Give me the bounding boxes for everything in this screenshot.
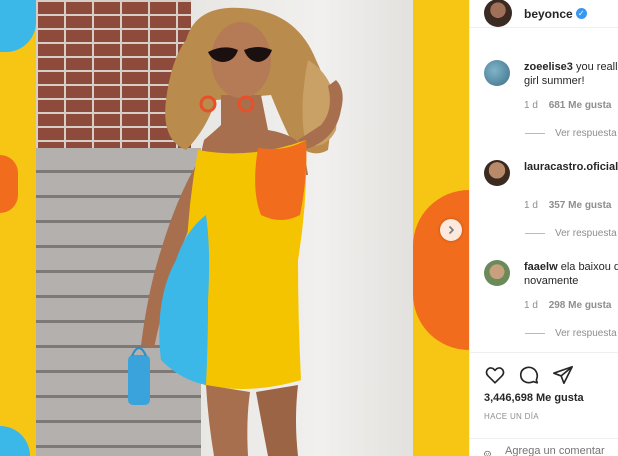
comment-username[interactable]: zoeelise3 bbox=[524, 61, 573, 73]
comment-text: lauracastro.oficial bbox=[524, 154, 618, 174]
woman-in-dress-figure bbox=[128, 7, 343, 456]
avatar[interactable] bbox=[484, 0, 512, 27]
comment-likes[interactable]: 298 Me gusta bbox=[549, 300, 612, 311]
comment-meta: 1 d 298 Me gusta bbox=[524, 300, 618, 311]
chevron-right-icon bbox=[448, 225, 455, 235]
post-media bbox=[0, 0, 469, 456]
avatar[interactable] bbox=[484, 160, 510, 186]
comment-body: ela baixou d bbox=[560, 261, 618, 273]
heart-icon[interactable] bbox=[484, 364, 506, 386]
post-username[interactable]: beyonce bbox=[524, 7, 573, 21]
post-timestamp[interactable]: HACE UN DÍA bbox=[484, 412, 605, 421]
view-replies-button[interactable]: Ver respuesta bbox=[524, 128, 618, 139]
view-replies-button[interactable]: Ver respuesta bbox=[524, 328, 618, 339]
divider bbox=[525, 233, 545, 234]
list-item: lauracastro.oficial 1 d 357 Me gusta Ver… bbox=[470, 154, 618, 254]
post-header: beyonce ✓ bbox=[470, 0, 618, 28]
view-replies-label: Ver respuesta bbox=[555, 228, 617, 239]
divider bbox=[525, 133, 545, 134]
comment-likes[interactable]: 681 Me gusta bbox=[549, 100, 612, 111]
comment-input[interactable] bbox=[505, 445, 605, 456]
previous-image-edge bbox=[0, 0, 36, 456]
post-side-panel: beyonce ✓ zoeelise3 you reall girl summe… bbox=[469, 0, 618, 456]
next-image-button[interactable] bbox=[440, 219, 462, 241]
add-comment-bar bbox=[470, 438, 618, 456]
comment-body-line2: novamente bbox=[524, 275, 579, 287]
list-item: zoeelise3 you reall girl summer! 1 d 681… bbox=[470, 54, 618, 154]
emoji-icon[interactable] bbox=[484, 445, 491, 456]
view-replies-label: Ver respuesta bbox=[555, 328, 617, 339]
view-replies-label: Ver respuesta bbox=[555, 128, 617, 139]
comment-body: you reall bbox=[575, 61, 618, 73]
comment-age: 1 d bbox=[524, 300, 538, 311]
list-item: faaelw ela baixou d novamente 1 d 298 Me… bbox=[470, 254, 618, 350]
comment-text: faaelw ela baixou d novamente bbox=[524, 254, 618, 288]
comment-meta: 1 d 357 Me gusta bbox=[524, 200, 618, 211]
view-replies-button[interactable]: Ver respuesta bbox=[524, 228, 618, 239]
comment-list[interactable]: zoeelise3 you reall girl summer! 1 d 681… bbox=[470, 54, 618, 350]
post-likes-count[interactable]: 3,446,698 Me gusta bbox=[484, 392, 605, 404]
comment-body-line2: girl summer! bbox=[524, 75, 585, 87]
paper-plane-icon[interactable] bbox=[552, 364, 574, 386]
divider bbox=[525, 333, 545, 334]
comment-username[interactable]: lauracastro.oficial bbox=[524, 161, 618, 173]
post-photo bbox=[36, 0, 413, 456]
avatar[interactable] bbox=[484, 60, 510, 86]
comment-bubble-icon[interactable] bbox=[518, 364, 540, 386]
comment-age: 1 d bbox=[524, 100, 538, 111]
post-actions: 3,446,698 Me gusta HACE UN DÍA bbox=[470, 352, 618, 421]
action-icons bbox=[484, 363, 605, 387]
comment-text: zoeelise3 you reall girl summer! bbox=[524, 54, 618, 88]
comment-meta: 1 d 681 Me gusta bbox=[524, 100, 618, 111]
comment-age: 1 d bbox=[524, 200, 538, 211]
comment-username[interactable]: faaelw bbox=[524, 261, 558, 273]
verified-badge-icon: ✓ bbox=[575, 8, 587, 19]
comment-likes[interactable]: 357 Me gusta bbox=[549, 200, 612, 211]
avatar[interactable] bbox=[484, 260, 510, 286]
